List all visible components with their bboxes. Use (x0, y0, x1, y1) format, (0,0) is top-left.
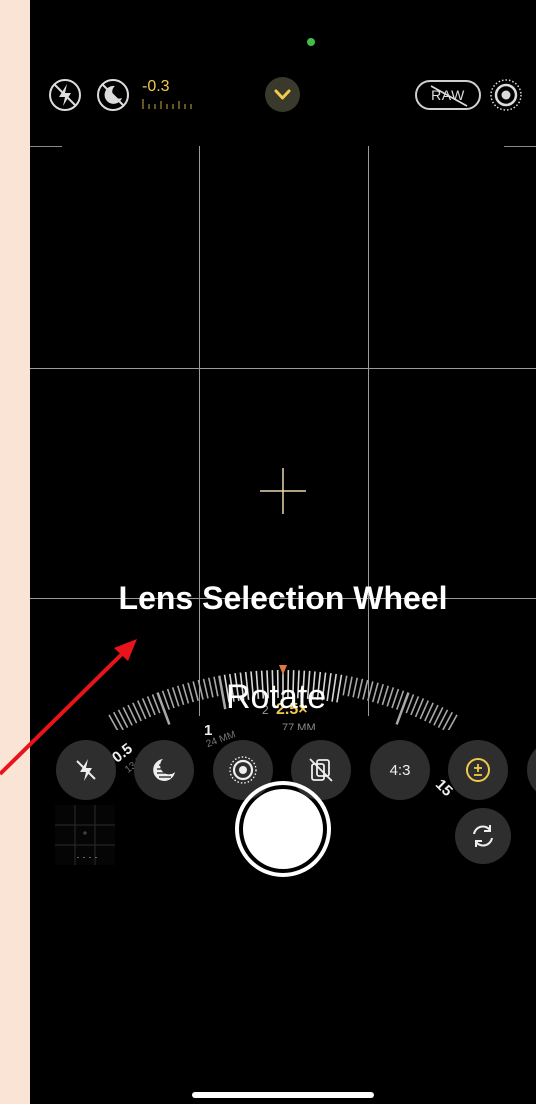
night-mode-icon (153, 759, 175, 781)
wheel-tick (371, 682, 379, 703)
wheel-tick (331, 673, 338, 702)
camera-flip-icon (473, 825, 493, 847)
wheel-tick (376, 683, 384, 704)
wheel-tick (207, 677, 214, 698)
camera-in-use-indicator (307, 38, 315, 46)
shutter-button[interactable] (235, 781, 331, 877)
annotation-arrow-icon (0, 639, 137, 776)
settings-expand-button[interactable] (265, 77, 300, 112)
wheel-tick (367, 681, 374, 701)
current-focal-length: 77 MM (282, 722, 316, 730)
annotation-title: Lens Selection Wheel (118, 580, 448, 616)
viewfinder-corner-tl (30, 146, 62, 179)
photographic-styles-icon (309, 758, 333, 782)
shutter-inner (243, 789, 323, 869)
wheel-tick (176, 685, 185, 706)
viewfinder-corner-tr (504, 146, 536, 179)
exposure-value[interactable]: -0.3 (142, 78, 170, 96)
exposure-scale-icon (142, 96, 192, 114)
wheel-tick (326, 673, 332, 702)
more-controls-button[interactable] (527, 740, 536, 800)
wheel-tick (386, 687, 395, 707)
wheel-tick (362, 679, 369, 700)
camera-app: -0.3 RAW (30, 0, 536, 1104)
wheel-tick (202, 678, 209, 699)
wheel-tick (218, 675, 227, 710)
wheel-tick (347, 676, 353, 697)
wheel-tick (357, 678, 364, 699)
wheel-tick (182, 683, 190, 704)
wheel-tick (336, 674, 343, 703)
wheel-tick (391, 688, 400, 709)
wheel-tick (352, 677, 359, 698)
flash-off-icon[interactable] (48, 78, 82, 112)
wheel-tick (342, 675, 348, 696)
focus-crosshair-icon (260, 468, 306, 514)
wheel-tick (171, 687, 180, 707)
wheel-tick (156, 692, 171, 725)
annotation-hint: Rotate (226, 678, 327, 716)
wheel-position-indicator (279, 665, 287, 675)
aspect-ratio-label: 4:3 (389, 761, 411, 779)
wheel-tick (187, 682, 195, 703)
chevron-down-icon (274, 89, 291, 100)
live-photo-icon (229, 756, 257, 784)
grid-line-h1 (30, 368, 536, 369)
raw-off-slash-icon (430, 85, 468, 107)
wheel-tick (381, 685, 390, 706)
home-indicator[interactable] (192, 1092, 374, 1098)
raw-toggle-button[interactable]: RAW (415, 80, 481, 110)
night-mode-off-icon[interactable] (96, 78, 130, 112)
camera-flip-button[interactable] (455, 808, 511, 864)
exposure-icon (466, 758, 490, 782)
wheel-tick (192, 681, 199, 701)
wheel-tick (447, 714, 458, 730)
wheel-tick (166, 688, 175, 709)
aspect-ratio-button[interactable]: 4:3 (370, 740, 430, 800)
exposure-button[interactable] (448, 740, 508, 800)
last-photo-thumbnail[interactable] (55, 805, 115, 865)
wheel-tick (197, 679, 204, 700)
live-photo-icon[interactable] (489, 78, 523, 112)
wheel-tick (395, 692, 410, 725)
wheel-tick (213, 676, 219, 697)
